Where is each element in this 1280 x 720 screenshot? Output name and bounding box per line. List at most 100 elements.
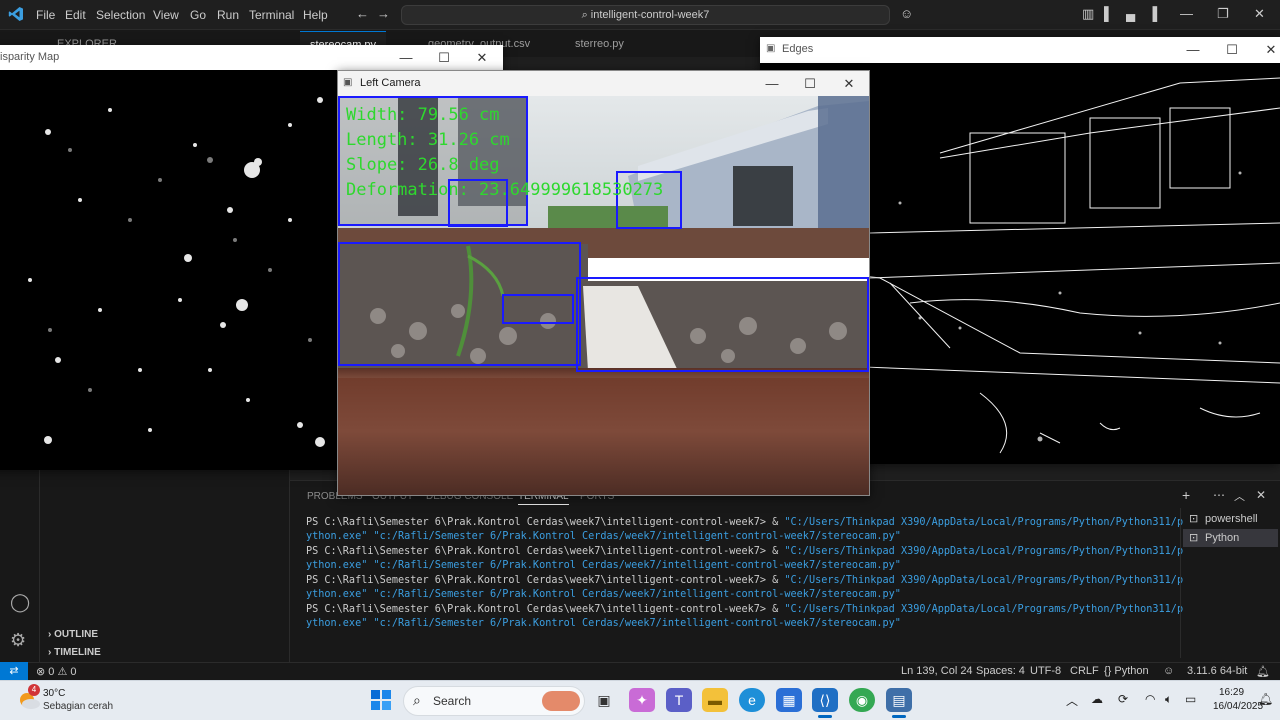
cursor-position[interactable]: Ln 139, Col 24 (901, 665, 973, 677)
search-icon: ⌕ (581, 9, 591, 21)
close-icon[interactable]: ✕ (1252, 37, 1280, 62)
python-interpreter[interactable]: 3.11.6 64-bit (1187, 665, 1247, 677)
terminal-line: ython.exe" "c:/Rafli/Semester 6/Prak.Kon… (306, 589, 901, 600)
volume-icon[interactable]: 🔈︎ (1165, 692, 1172, 707)
menu-terminal[interactable]: Terminal (249, 8, 294, 22)
tab-sterreo[interactable]: sterreo.py (565, 31, 634, 57)
bottom-panel (290, 480, 1280, 662)
terminal-line: ython.exe" "c:/Rafli/Semester 6/Prak.Kon… (306, 618, 901, 629)
chrome-icon[interactable]: ◉ (849, 688, 875, 712)
close-icon[interactable]: ✕ (1254, 6, 1265, 22)
minimize-icon[interactable]: — (1174, 37, 1212, 62)
close-panel-icon[interactable]: ✕ (1256, 488, 1266, 502)
clock-date[interactable]: 16/04/2025 (1213, 701, 1263, 712)
menu-file[interactable]: File (36, 8, 55, 22)
maximize-icon[interactable]: ❐ (1217, 6, 1229, 22)
line-ending[interactable]: CRLF (1070, 665, 1099, 677)
running-indicator (892, 715, 906, 718)
minimize-icon[interactable]: — (753, 71, 791, 96)
copilot-app-icon[interactable]: ✦ (629, 688, 655, 712)
account-icon[interactable]: ◯ (10, 592, 30, 613)
problems-status[interactable]: ⊗ 0 ⚠ 0 (36, 665, 77, 678)
menu-help[interactable]: Help (303, 8, 328, 22)
back-arrow-icon[interactable]: ← (356, 6, 369, 21)
weather-desc[interactable]: Sebagian cerah (43, 701, 113, 712)
edge-browser-icon[interactable]: e (739, 688, 765, 712)
python-app-icon[interactable]: ▤ (886, 688, 912, 712)
camera-frame: Width: 79.56 cm Length: 31.26 cm Slope: … (338, 96, 869, 495)
menu-edit[interactable]: Edit (65, 8, 86, 22)
deformation-readout: Deformation: 23.649999618530273 (346, 180, 664, 200)
clock-time[interactable]: 16:29 (1219, 687, 1244, 698)
terminal-line: PS C:\Rafli\Semester 6\Prak.Kontrol Cerd… (306, 604, 1184, 615)
vscode-titlebar: File Edit Selection View Go Run Terminal… (0, 0, 1280, 30)
taskbar-search[interactable]: ⌕ Search (403, 686, 585, 716)
weather-badge: 4 (28, 684, 40, 696)
file-explorer-icon[interactable]: ▬ (702, 688, 728, 712)
remote-indicator-icon[interactable]: ⇄ (0, 662, 28, 680)
maximize-icon[interactable]: ☐ (791, 71, 829, 96)
vscode-logo-icon (8, 6, 24, 25)
terminal-line: ython.exe" "c:/Rafli/Semester 6/Prak.Kon… (306, 531, 901, 542)
maximize-icon[interactable]: ☐ (1213, 37, 1251, 62)
terminal-item-powershell[interactable]: ⊡ powershell (1183, 510, 1278, 528)
copilot-icon[interactable]: ☺ (900, 6, 913, 21)
terminal-icon: ⊡ (1189, 532, 1199, 544)
terminal-line: ython.exe" "c:/Rafli/Semester 6/Prak.Kon… (306, 560, 901, 571)
search-icon: ⌕ (413, 692, 421, 708)
running-indicator (818, 715, 832, 718)
width-readout: Width: 79.56 cm (346, 105, 500, 125)
search-label: Search (433, 694, 472, 708)
minimize-icon[interactable]: — (1180, 6, 1193, 21)
detection-box (502, 294, 574, 324)
window-app-icon: ▣ (766, 43, 776, 54)
toggle-secondary-sidebar-icon[interactable]: ▐ (1148, 6, 1157, 21)
terminal-icon: ⊡ (1189, 513, 1199, 525)
new-terminal-icon[interactable]: + (1182, 487, 1190, 503)
weather-widget-icon[interactable]: 4 (16, 684, 42, 712)
maximize-panel-icon[interactable]: ︿ (1234, 488, 1245, 504)
menu-selection[interactable]: Selection (96, 8, 145, 22)
outline-section[interactable]: › OUTLINE (48, 629, 98, 640)
settings-gear-icon[interactable]: ⚙ (10, 630, 26, 651)
window-title: Left Camera (360, 77, 421, 89)
task-view-icon[interactable]: ▣ (591, 688, 617, 712)
copilot-status-icon[interactable]: ☺ (1163, 665, 1174, 677)
terminal-item-python[interactable]: ⊡ Python (1183, 529, 1278, 547)
vscode-taskbar-icon[interactable]: ⟨⟩ (812, 688, 838, 712)
weather-temp[interactable]: 30°C (43, 688, 65, 699)
status-bar: ⊗ 0 ⚠ 0 Ln 139, Col 24 Spaces: 4 UTF-8 C… (0, 662, 1280, 680)
layout-customize-icon[interactable]: ▥ (1082, 6, 1094, 22)
refresh-app-icon[interactable]: ⟳ (1118, 692, 1128, 706)
close-icon[interactable]: ✕ (830, 71, 868, 96)
toggle-panel-icon[interactable]: ▄ (1126, 6, 1135, 21)
battery-icon[interactable]: ▭ (1185, 692, 1196, 706)
toggle-sidebar-icon[interactable]: ▌ (1104, 6, 1113, 21)
more-actions-icon[interactable]: ⋯ (1213, 488, 1225, 502)
slope-readout: Slope: 26.8 deg (346, 155, 500, 175)
cloud-sync-icon[interactable]: ☁ (1091, 692, 1103, 706)
close-icon[interactable]: ✕ (463, 45, 501, 70)
maximize-icon[interactable]: ☐ (425, 45, 463, 70)
search-highlight-icon (542, 691, 580, 711)
command-center-label: intelligent-control-week7 (590, 9, 710, 21)
window-app-icon: ▣ (343, 77, 353, 88)
notifications-bell-icon[interactable]: 🔔︎ (1256, 665, 1270, 678)
command-center[interactable]: ⌕ intelligent-control-week7 (401, 5, 890, 25)
show-hidden-icons-icon[interactable]: ︿ (1066, 692, 1078, 709)
indentation[interactable]: Spaces: 4 (976, 665, 1025, 677)
wifi-icon[interactable]: ◠ (1145, 692, 1155, 706)
minimize-icon[interactable]: — (387, 45, 425, 70)
language-mode[interactable]: {} Python (1104, 665, 1149, 677)
menu-go[interactable]: Go (190, 8, 206, 22)
windows-start-icon[interactable] (370, 689, 392, 714)
notification-bell-icon[interactable]: 🔔︎ (1258, 692, 1273, 706)
teams-icon[interactable]: T (666, 688, 692, 712)
menu-view[interactable]: View (153, 8, 179, 22)
timeline-section[interactable]: › TIMELINE (48, 647, 101, 658)
encoding[interactable]: UTF-8 (1030, 665, 1061, 677)
terminal-line: PS C:\Rafli\Semester 6\Prak.Kontrol Cerd… (306, 517, 1184, 528)
store-icon[interactable]: ▦ (776, 688, 802, 712)
forward-arrow-icon[interactable]: → (377, 6, 390, 21)
menu-run[interactable]: Run (217, 8, 239, 22)
